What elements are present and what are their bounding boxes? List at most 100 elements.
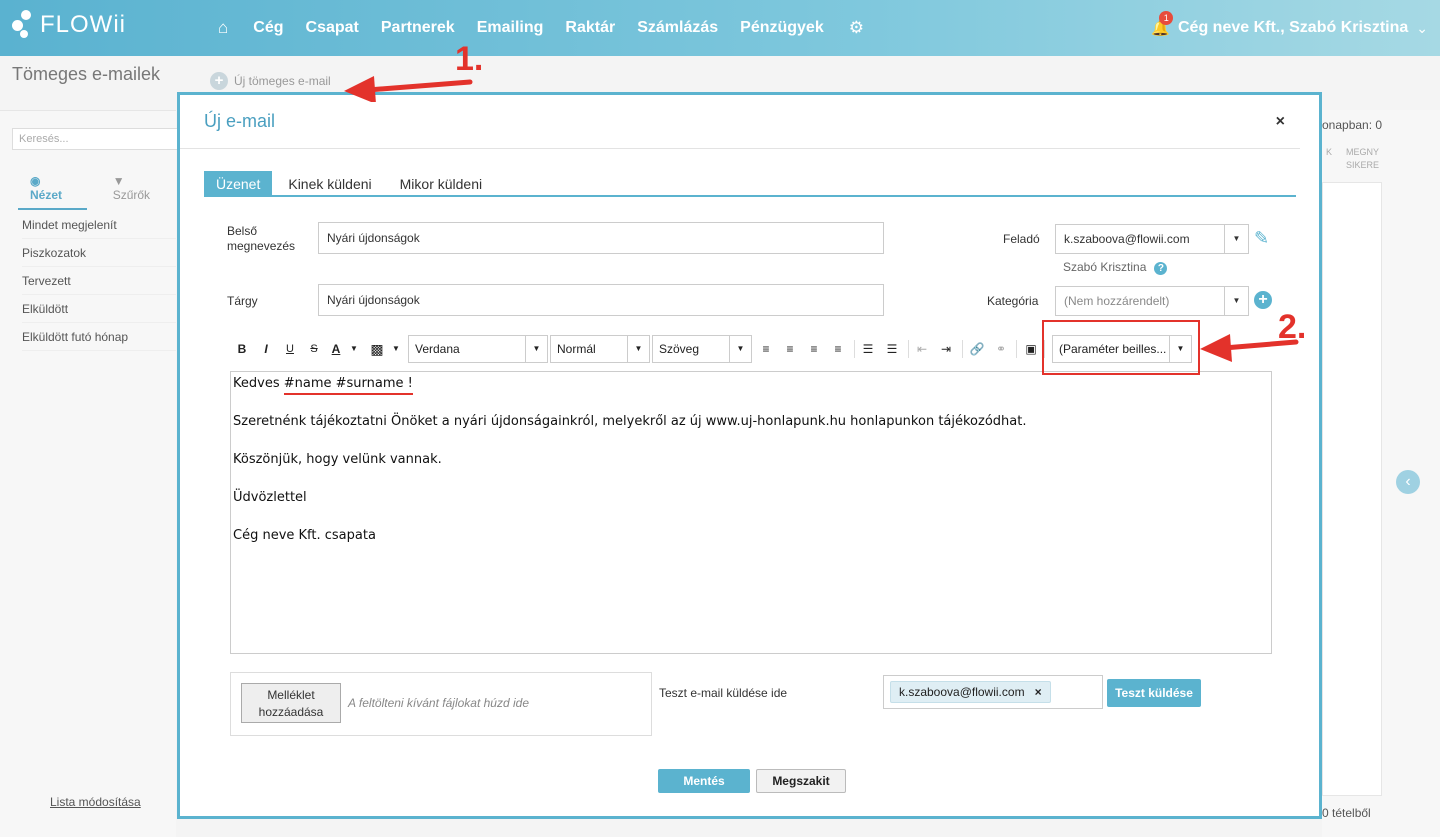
nav-item-partnerek[interactable]: Partnerek <box>370 19 466 37</box>
search-input[interactable]: Keresés... <box>12 128 182 150</box>
tab-nezet[interactable]: ◉ Nézet <box>18 171 87 210</box>
new-mass-email-label: Új tömeges e-mail <box>234 74 331 88</box>
subject-label: Tárgy <box>227 294 258 308</box>
tab-message[interactable]: Üzenet <box>204 171 273 197</box>
bullet-list-icon[interactable]: ☰ <box>860 335 876 363</box>
caret-down-icon: ▼ <box>525 336 547 362</box>
align-center-icon[interactable]: ≡ <box>782 335 798 363</box>
cancel-button[interactable]: Megszakit <box>756 769 846 793</box>
link-icon[interactable]: 🔗 <box>968 335 986 363</box>
new-mass-email-button[interactable]: + Új tömeges e-mail <box>210 72 331 90</box>
unlink-icon[interactable]: ⚭ <box>992 335 1010 363</box>
background-table <box>1322 182 1382 796</box>
notification-badge: 1 <box>1159 11 1174 25</box>
nav-item-csapat[interactable]: Csapat <box>295 19 370 37</box>
modal-title: Új e-mail <box>204 111 276 131</box>
greeting-prefix: Kedves <box>233 376 284 391</box>
tab-szurok-label: Szűrők <box>112 188 151 202</box>
brand-name: FLOWii <box>40 11 126 38</box>
tab-szurok[interactable]: ▼ Szűrők <box>101 171 176 210</box>
font-color-button[interactable]: A <box>328 335 344 363</box>
chevron-left-icon[interactable]: ‹ <box>1396 470 1420 494</box>
column-header-k: K <box>1326 147 1333 157</box>
main-nav: ⌂ Cég Csapat Partnerek Emailing Raktár S… <box>204 0 878 56</box>
home-icon[interactable]: ⌂ <box>204 18 242 38</box>
internal-name-input[interactable]: Nyári újdonságok <box>318 222 884 254</box>
remove-chip-icon[interactable]: × <box>1035 685 1042 699</box>
top-navigation-bar: FLOWii ⌂ Cég Csapat Partnerek Emailing R… <box>0 0 1440 56</box>
tab-recipients[interactable]: Kinek küldeni <box>276 171 383 197</box>
sidebar-item-sent-month[interactable]: Elküldött futó hónap <box>22 323 176 351</box>
indent-icon[interactable]: ⇥ <box>938 335 954 363</box>
bold-button[interactable]: B <box>234 335 250 363</box>
align-right-icon[interactable]: ≡ <box>806 335 822 363</box>
nav-item-ceg[interactable]: Cég <box>242 19 294 37</box>
editor-line-greeting: Kedves #name #surname ! <box>233 374 1269 395</box>
help-icon[interactable]: ? <box>1154 262 1168 275</box>
caret-down-icon: ▼ <box>627 336 649 362</box>
test-send-button[interactable]: Teszt küldése <box>1107 679 1201 707</box>
nav-item-raktar[interactable]: Raktár <box>554 19 626 37</box>
internal-name-label: Belső megnevezés <box>227 224 295 254</box>
flowii-logo-icon <box>12 10 34 40</box>
gear-icon[interactable]: ⚙ <box>835 18 878 38</box>
highlight-color-icon[interactable]: ▩ <box>368 335 386 363</box>
sender-label: Feladó <box>1003 232 1040 246</box>
sidebar-item-scheduled[interactable]: Tervezett <box>22 267 176 295</box>
subject-input[interactable]: Nyári újdonságok <box>318 284 884 316</box>
category-label: Kategória <box>987 294 1039 308</box>
nav-item-penzugyek[interactable]: Pénzügyek <box>729 19 835 37</box>
caret-down-icon: ▼ <box>729 336 751 362</box>
bell-icon[interactable]: 🔔 1 <box>1151 11 1174 37</box>
user-name: Cég neve Kft., Szabó Krisztina <box>1178 19 1409 36</box>
underline-button[interactable]: U <box>282 335 298 363</box>
eye-icon: ◉ <box>30 174 41 188</box>
category-select[interactable]: (Nem hozzárendelt) ▼ <box>1055 286 1249 316</box>
strikethrough-button[interactable]: S <box>306 335 322 363</box>
font-size-select[interactable]: Normál ▼ <box>550 335 650 363</box>
column-header-success: SIKERE <box>1346 160 1380 170</box>
test-email-chip-text: k.szaboova@flowii.com <box>899 685 1025 699</box>
attachment-dropzone[interactable]: Melléklet hozzáadása A feltölteni kívánt… <box>230 672 652 736</box>
chevron-down-icon: ⌄ <box>1416 19 1428 36</box>
format-select[interactable]: Szöveg ▼ <box>652 335 752 363</box>
internal-name-label-line1: Belső <box>227 224 258 238</box>
save-button[interactable]: Mentés <box>658 769 750 793</box>
sender-name-text: Szabó Krisztina <box>1063 260 1147 274</box>
align-justify-icon[interactable]: ≡ <box>830 335 846 363</box>
font-family-select[interactable]: Verdana ▼ <box>408 335 548 363</box>
add-category-icon[interactable]: + <box>1254 291 1272 309</box>
close-icon[interactable]: × <box>1276 113 1285 131</box>
sidebar-item-drafts[interactable]: Piszkozatok <box>22 239 176 267</box>
user-menu[interactable]: 🔔 1 Cég neve Kft., Szabó Krisztina ⌄ <box>1151 0 1428 56</box>
image-icon[interactable]: ▣ <box>1022 335 1040 363</box>
message-editor[interactable]: Kedves #name #surname ! Szeretnénk tájék… <box>230 371 1272 654</box>
pencil-icon[interactable]: ✎ <box>1254 228 1269 249</box>
italic-button[interactable]: I <box>258 335 274 363</box>
modal-tabs: Üzenet Kinek küldeni Mikor küldeni <box>204 171 1296 197</box>
sidebar-item-sent[interactable]: Elküldött <box>22 295 176 323</box>
brand-logo[interactable]: FLOWii <box>12 10 126 40</box>
column-headers: K MEGNY SIKERE <box>1326 146 1380 172</box>
caret-down-icon: ▼ <box>1224 225 1248 253</box>
test-email-input[interactable]: k.szaboova@flowii.com × <box>883 675 1103 709</box>
highlight-caret-icon[interactable]: ▼ <box>390 335 402 363</box>
edit-list-link[interactable]: Lista módosítása <box>50 795 141 809</box>
tab-schedule[interactable]: Mikor küldeni <box>388 171 494 197</box>
numbered-list-icon[interactable]: ☰ <box>884 335 900 363</box>
editor-line-2: Szeretnénk tájékoztatni Önöket a nyári ú… <box>233 414 1027 429</box>
nav-item-szamlazas[interactable]: Számlázás <box>626 19 729 37</box>
add-attachment-label-2: hozzáadása <box>258 705 324 719</box>
sender-name: Szabó Krisztina? <box>1063 260 1168 275</box>
add-attachment-button[interactable]: Melléklet hozzáadása <box>241 683 341 723</box>
sidebar-item-all[interactable]: Mindet megjelenít <box>22 211 176 239</box>
nav-item-emailing[interactable]: Emailing <box>466 19 555 37</box>
align-left-icon[interactable]: ≡ <box>758 335 774 363</box>
outdent-icon[interactable]: ⇤ <box>914 335 930 363</box>
annotation-highlight-box <box>1042 320 1200 375</box>
font-color-caret-icon[interactable]: ▼ <box>348 335 360 363</box>
new-email-modal: Új e-mail × Üzenet Kinek küldeni Mikor k… <box>177 92 1322 819</box>
sender-select[interactable]: k.szaboova@flowii.com ▼ <box>1055 224 1249 254</box>
editor-line-4: Üdvözlettel <box>233 490 307 505</box>
background-right-panel: onapban: 0 K MEGNY SIKERE ‹ 0 tételből <box>1322 110 1440 837</box>
